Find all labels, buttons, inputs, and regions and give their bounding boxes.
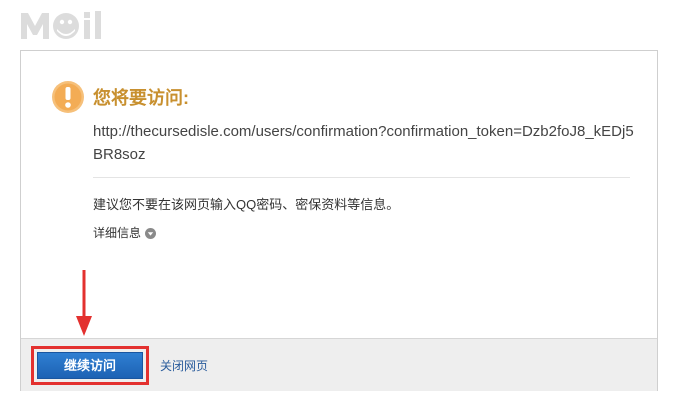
details-label: 详细信息: [93, 226, 142, 240]
divider: [93, 177, 630, 178]
close-page-link[interactable]: 关闭网页: [160, 358, 208, 374]
continue-button[interactable]: 继续访问: [37, 352, 143, 379]
continue-highlight: 继续访问: [31, 346, 149, 385]
mail-logo: [21, 11, 101, 39]
exclamation-circle-icon: [52, 81, 84, 113]
page: 您将要访问: http://thecursedisle.com/users/co…: [0, 0, 685, 401]
warning-card: 您将要访问: http://thecursedisle.com/users/co…: [20, 50, 658, 391]
details-toggle[interactable]: 详细信息: [93, 225, 157, 241]
security-advice: 建议您不要在该网页输入QQ密码、密保资料等信息。: [93, 197, 400, 212]
page-title: 您将要访问:: [93, 88, 189, 108]
target-url: http://thecursedisle.com/users/confirmat…: [93, 123, 634, 163]
chevron-down-circle-icon: [145, 227, 157, 239]
footer-bar: 继续访问 关闭网页: [21, 338, 657, 391]
red-arrow-down-icon: [76, 270, 92, 336]
